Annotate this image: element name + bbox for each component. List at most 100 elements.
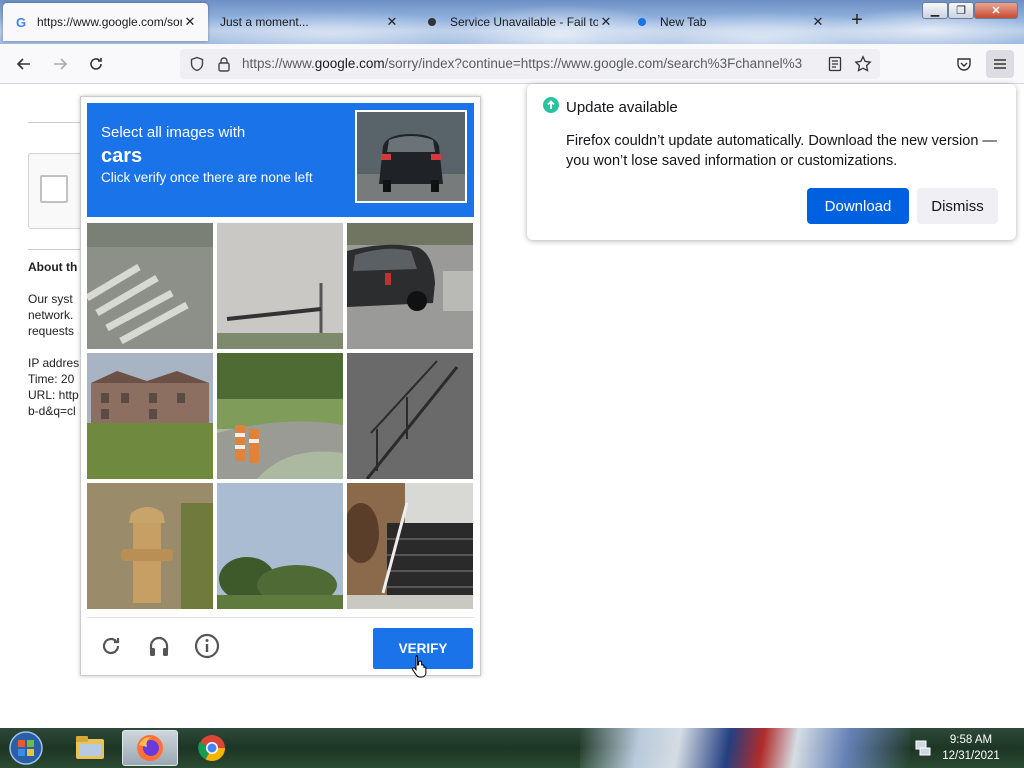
update-available-panel: Update available Firefox couldn’t update…: [527, 84, 1016, 240]
update-arrow-icon: [543, 97, 559, 113]
road-cones-image: [217, 353, 343, 479]
trees-sky-image: [217, 483, 343, 609]
shield-icon[interactable]: [189, 56, 205, 72]
crosswalk-image: [87, 223, 213, 349]
panel-message: Firefox couldn’t update automatically. D…: [566, 133, 997, 169]
building-tile[interactable]: [87, 353, 213, 479]
about-text-line: b-d&q=cl: [28, 404, 76, 418]
parked-car-image: [347, 223, 473, 349]
about-text-line: URL: http: [28, 388, 79, 402]
clock-date: 12/31/2021: [942, 750, 1000, 762]
steps-image: [347, 483, 473, 609]
hand-cursor-icon: [412, 655, 427, 678]
recaptcha-checkbox[interactable]: [40, 175, 68, 203]
dismiss-button[interactable]: Dismiss: [917, 188, 998, 224]
tab-title: Service Unavailable - Fail to connect: [450, 15, 598, 29]
hamburger-menu-icon: [994, 59, 1006, 69]
bookmark-star-icon[interactable]: [854, 55, 872, 73]
stairs-railing-image: [347, 353, 473, 479]
challenge-header: Select all images with cars Click verify…: [87, 103, 474, 217]
pocket-button[interactable]: [952, 52, 976, 76]
firefox-icon: [137, 735, 163, 761]
start-button[interactable]: [0, 730, 52, 766]
recaptcha-challenge: Select all images with cars Click verify…: [80, 96, 481, 676]
close-window-button[interactable]: ✕: [974, 2, 1018, 19]
challenge-instruction: Select all images with: [101, 124, 246, 141]
image-grid: [87, 223, 474, 610]
system-clock[interactable]: 9:58 AM 12/31/2021: [938, 732, 1004, 764]
tab-title: New Tab: [660, 15, 707, 29]
tab-close-icon[interactable]: ✕: [598, 14, 614, 30]
back-arrow-icon: [16, 58, 30, 70]
crosswalk-tile[interactable]: [87, 223, 213, 349]
fire-hydrant-image: [87, 483, 213, 609]
tab-new-tab[interactable]: New Tab ✕: [628, 3, 836, 41]
about-heading: About th: [28, 260, 78, 274]
reader-view-icon[interactable]: [828, 56, 842, 72]
taskbar-firefox[interactable]: [122, 730, 178, 766]
tab-close-icon[interactable]: ✕: [384, 14, 400, 30]
tab-title: Just a moment...: [220, 15, 309, 29]
forward-button[interactable]: [48, 52, 72, 76]
windows-taskbar: 9:58 AM 12/31/2021: [0, 728, 1024, 768]
tab-close-icon[interactable]: ✕: [810, 14, 826, 30]
challenge-hint: Click verify once there are none left: [101, 170, 313, 185]
download-button[interactable]: Download: [807, 188, 909, 224]
tab-bar: G https://www.google.com/sorry/index?con…: [0, 0, 1024, 44]
stairs-railing-tile[interactable]: [347, 353, 473, 479]
url-prefix: https://www.: [242, 56, 315, 71]
taskbar-chrome[interactable]: [184, 730, 240, 766]
panel-title: Update available: [566, 99, 678, 116]
divider: [28, 122, 80, 123]
about-text-line: Our syst: [28, 292, 73, 306]
back-button[interactable]: [12, 52, 36, 76]
loading-dot-icon: [428, 18, 436, 26]
app-menu-button[interactable]: [986, 50, 1014, 78]
wallpaper-strip: [580, 728, 910, 768]
hydrant-tile[interactable]: [87, 483, 213, 609]
traffic-pole-tile[interactable]: [217, 223, 343, 349]
refresh-icon: [102, 637, 120, 655]
divider: [28, 249, 80, 250]
about-text-line: IP addres: [28, 356, 80, 370]
taskbar-explorer[interactable]: [62, 730, 118, 766]
url-domain: google.com: [314, 56, 385, 71]
tab-just-a-moment[interactable]: Just a moment... ✕: [210, 3, 410, 41]
windows-start-icon: [9, 731, 43, 765]
navigation-bar: https://www.google.com/sorry/index?conti…: [0, 44, 1024, 84]
building-image: [87, 353, 213, 479]
steps-tile[interactable]: [347, 483, 473, 609]
restore-button[interactable]: ❐: [948, 2, 974, 19]
headphones-icon: [149, 636, 169, 656]
url-text[interactable]: https://www.google.com/sorry/index?conti…: [242, 56, 820, 71]
new-tab-button[interactable]: +: [846, 10, 868, 32]
forward-arrow-icon: [54, 58, 68, 70]
tab-title: https://www.google.com/sorry/index?conti…: [37, 15, 182, 29]
tab-close-icon[interactable]: ✕: [182, 14, 198, 30]
folder-icon: [76, 736, 104, 759]
google-favicon-icon: G: [15, 14, 27, 30]
lock-icon[interactable]: [217, 56, 231, 72]
reload-challenge-button[interactable]: [97, 632, 125, 660]
reload-icon: [90, 58, 102, 70]
minimize-button[interactable]: ▁: [922, 2, 948, 19]
clock-time: 9:58 AM: [949, 734, 993, 746]
network-tray-icon[interactable]: [914, 739, 932, 757]
firefox-dot-icon: [638, 18, 646, 26]
tab-service-unavailable[interactable]: Service Unavailable - Fail to connect ✕: [418, 3, 624, 41]
car-tile[interactable]: [347, 223, 473, 349]
pocket-icon: [957, 58, 971, 71]
tab-google-sorry[interactable]: G https://www.google.com/sorry/index?con…: [3, 3, 208, 41]
road-cones-tile[interactable]: [217, 353, 343, 479]
info-icon: [194, 633, 220, 659]
sample-car-image: [355, 110, 467, 203]
url-bar[interactable]: https://www.google.com/sorry/index?conti…: [180, 49, 880, 79]
chrome-icon: [198, 735, 226, 762]
url-path: /sorry/index?continue=https://www.google…: [384, 56, 803, 71]
car-rear-image: [357, 112, 465, 201]
trees-sky-tile[interactable]: [217, 483, 343, 609]
challenge-target: cars: [101, 145, 143, 167]
reload-button[interactable]: [84, 52, 108, 76]
audio-challenge-button[interactable]: [145, 632, 173, 660]
info-button[interactable]: [193, 632, 221, 660]
